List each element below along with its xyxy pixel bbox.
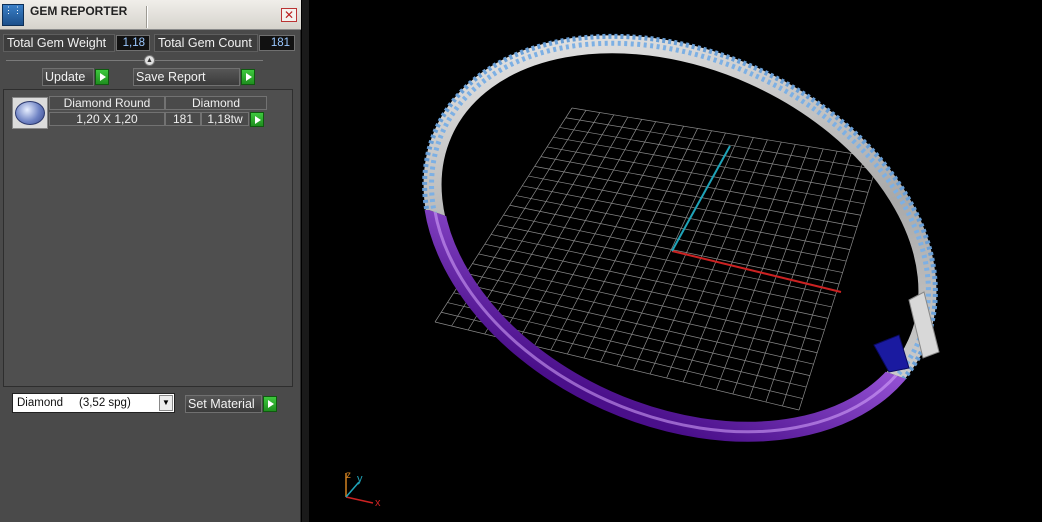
app-icon: ⋮⋮ (2, 4, 24, 26)
total-gem-weight-value: 1,18 (116, 35, 150, 51)
world-y-axis (671, 145, 731, 252)
grid-line (616, 132, 726, 367)
gem-weight-cell: 1,18tw (201, 112, 249, 126)
total-gem-count-label: Total Gem Count (154, 34, 258, 52)
chevron-down-icon[interactable]: ▼ (159, 395, 173, 411)
grid-line (732, 148, 824, 395)
total-gem-weight-label: Total Gem Weight (3, 34, 115, 52)
set-material-play-icon[interactable] (263, 396, 277, 412)
gem-row-select-icon[interactable] (250, 112, 264, 127)
3d-viewport[interactable]: z y x (309, 0, 1042, 522)
total-gem-count-value: 181 (259, 35, 295, 51)
axis-x-label: x (375, 497, 381, 509)
round-diamond-icon (15, 101, 45, 125)
update-button[interactable]: Update (42, 68, 94, 86)
grid-line (484, 243, 829, 319)
gem-thumbnail[interactable] (12, 97, 48, 129)
axis-gizmo: z y x (345, 470, 381, 509)
gem-material-cell: Diamond (165, 96, 267, 110)
update-play-icon[interactable] (95, 69, 109, 85)
save-report-play-icon[interactable] (241, 69, 255, 85)
collapse-divider (6, 60, 263, 61)
save-report-button[interactable]: Save Report (133, 68, 240, 86)
title-separator (146, 6, 148, 28)
gem-shape-cell: Diamond Round (49, 96, 165, 110)
grid-line (682, 141, 782, 383)
grid-line (490, 234, 832, 308)
viewport-frame (302, 0, 309, 522)
gem-reporter-panel: ⋮⋮ GEM REPORTER ✕ Total Gem Weight 1,18 … (0, 0, 301, 522)
gem-size-cell: 1,20 X 1,20 (49, 112, 165, 126)
viewport-canvas[interactable]: z y x (309, 0, 1042, 522)
material-dropdown[interactable]: Diamond (3,52 spg) ▼ (12, 393, 175, 413)
material-dropdown-value: Diamond (3,52 spg) (17, 397, 131, 409)
axis-z-label: z (346, 470, 351, 481)
set-material-button[interactable]: Set Material (185, 395, 262, 413)
axis-y-label: y (357, 473, 363, 485)
grid-line (497, 224, 836, 296)
close-icon[interactable]: ✕ (281, 8, 297, 22)
ground-grid (434, 107, 880, 411)
title-bar[interactable]: ⋮⋮ GEM REPORTER ✕ (0, 0, 301, 30)
collapse-toggle-icon[interactable]: ▲ (144, 55, 155, 66)
gem-count-cell: 181 (165, 112, 201, 126)
window-title: GEM REPORTER (30, 4, 128, 18)
gem-list: Diamond Round Diamond 1,20 X 1,20 181 1,… (3, 89, 293, 387)
